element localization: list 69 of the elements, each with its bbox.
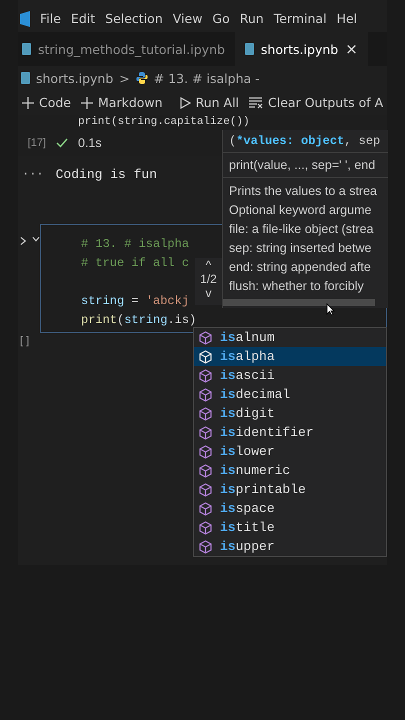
- method-cube-icon: [199, 426, 212, 440]
- method-cube-icon: [199, 482, 212, 496]
- app-logo-icon: [20, 10, 30, 26]
- next-overload-button[interactable]: v: [206, 286, 212, 300]
- suggestion-item[interactable]: istitle: [194, 518, 386, 537]
- notebook-file-icon: [21, 72, 30, 84]
- clear-list-icon: [249, 96, 264, 108]
- suggestion-item[interactable]: isdigit: [194, 404, 386, 423]
- menu-item[interactable]: Run: [240, 11, 264, 26]
- check-icon: [56, 138, 68, 148]
- suggestion-item[interactable]: isidentifier: [194, 423, 386, 442]
- overload-count: 1/2: [200, 272, 217, 286]
- suggestion-item[interactable]: isascii: [194, 366, 386, 385]
- add-cell-button[interactable]: Code: [18, 93, 76, 112]
- horizontal-scrollbar[interactable]: [223, 299, 375, 306]
- execution-time: 0.1s: [78, 136, 102, 150]
- code-line: print(string.capitalize()): [77, 115, 250, 130]
- method-cube-icon: [199, 406, 212, 420]
- code-line: string = 'abckj: [81, 293, 190, 310]
- mouse-pointer-icon: [326, 303, 335, 316]
- notebook-file-icon: [244, 43, 254, 55]
- function-signature: (*values: object, sep: [223, 130, 388, 153]
- code-line: print(string.is): [81, 312, 196, 329]
- clear-outputs-button[interactable]: Clear Outputs of A: [245, 93, 388, 112]
- method-cube-icon: [199, 350, 212, 364]
- suggestion-item[interactable]: isupper: [194, 537, 386, 556]
- method-cube-icon: [199, 520, 212, 534]
- menu-item[interactable]: Terminal: [274, 11, 327, 26]
- play-icon: [178, 96, 191, 108]
- menu-item[interactable]: File: [40, 11, 61, 26]
- suggestion-item[interactable]: isspace: [194, 499, 386, 518]
- method-cube-icon: [199, 540, 212, 554]
- menu-item[interactable]: Edit: [70, 11, 96, 26]
- method-cube-icon: [199, 330, 212, 344]
- suggestion-item[interactable]: isnumeric: [194, 461, 386, 480]
- menu-item[interactable]: View: [172, 11, 202, 26]
- method-cube-icon: [199, 368, 212, 382]
- python-icon: [136, 72, 148, 84]
- breadcrumb-separator: >: [119, 70, 130, 86]
- method-cube-icon: [199, 388, 212, 402]
- notebook-file-icon: [22, 43, 31, 55]
- method-cube-icon: [199, 444, 212, 458]
- chevron-right-icon[interactable]: [20, 236, 28, 246]
- suggestion-item[interactable]: isdecimal: [194, 385, 386, 404]
- code-line: # 13. # isalpha: [81, 236, 190, 253]
- suggestion-item[interactable]: isprintable: [194, 480, 386, 499]
- plus-icon: [81, 96, 94, 108]
- code-line: # true if all c: [81, 255, 190, 272]
- menu-item[interactable]: Go: [212, 11, 230, 26]
- menu-item[interactable]: Selection: [105, 11, 163, 26]
- method-cube-icon: [199, 464, 212, 478]
- previous-overload-button[interactable]: ^: [206, 258, 212, 272]
- breadcrumb-file[interactable]: shorts.ipynb: [36, 70, 114, 86]
- suggestion-item[interactable]: islower: [194, 442, 386, 461]
- chevron-down-icon[interactable]: [32, 236, 40, 242]
- close-tab-button[interactable]: ×: [345, 40, 358, 58]
- breadcrumb-symbol[interactable]: # 13. # isalpha -: [154, 70, 260, 86]
- execution-count: [17]: [26, 137, 46, 149]
- editor-tab[interactable]: shorts.ipynb ×: [234, 32, 368, 66]
- suggestion-item[interactable]: isalpha: [194, 347, 386, 366]
- add-cell-button[interactable]: Markdown: [77, 93, 167, 112]
- execution-count: [ ]: [19, 334, 30, 347]
- output-menu-button[interactable]: ···: [22, 167, 44, 181]
- function-usage: print(value, ..., sep=' ', end: [223, 153, 388, 178]
- method-cube-icon: [199, 502, 212, 516]
- menu-item[interactable]: Hel: [336, 11, 358, 26]
- cell-output: Coding is fun: [56, 166, 158, 182]
- plus-icon: [22, 96, 34, 108]
- run-all-button[interactable]: Run All: [174, 93, 244, 112]
